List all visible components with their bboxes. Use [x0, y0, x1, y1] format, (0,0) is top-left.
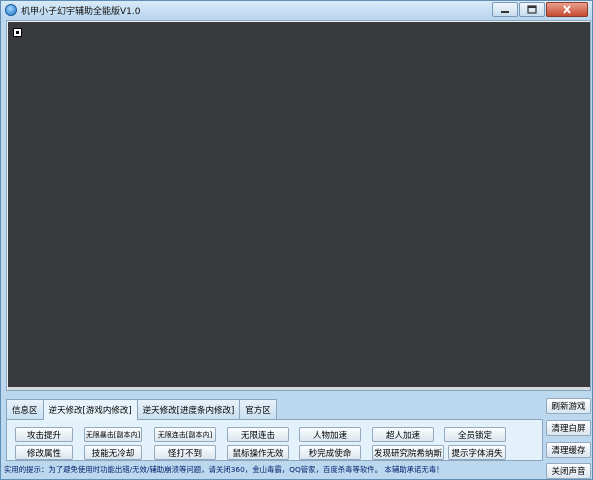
caption-buttons — [492, 2, 588, 17]
game-frame — [6, 20, 591, 391]
horizontal-scrollbar[interactable] — [8, 387, 590, 390]
window-title: 机甲小子幻宇辅助全能版V1.0 — [21, 7, 141, 17]
game-area[interactable] — [8, 22, 590, 388]
monster-miss-button[interactable]: 怪打不到 — [154, 445, 216, 460]
instant-mission-button[interactable]: 秒完成使命 — [299, 445, 361, 460]
tab-ingame-mod[interactable]: 逆天修改[游戏内修改] — [42, 399, 138, 420]
minimize-button[interactable] — [492, 2, 518, 17]
minimize-icon — [501, 10, 509, 13]
tab-official[interactable]: 官方区 — [239, 399, 277, 419]
tab-loading-mod[interactable]: 逆天修改[进度条内修改] — [136, 399, 241, 419]
refresh-game-button[interactable]: 刷新游戏 — [546, 398, 591, 414]
close-icon — [563, 5, 571, 14]
app-window: 机甲小子幻宇辅助全能版V1.0 信息区 逆天修改[游戏内修改] 逆天修改[进度条… — [0, 0, 593, 480]
status-tip: 实用的提示：为了避免使用时功能出错/无效/辅助崩溃等问题，请关闭360，金山毒霸… — [4, 465, 444, 474]
tab-panel: 攻击提升 无限暴击[副本内] 无限连击[副本内] 无限连击 人物加速 超人加速 … — [6, 419, 543, 461]
modify-attributes-button[interactable]: 修改属性 — [15, 445, 73, 460]
clear-cache-button[interactable]: 清理缓存 — [546, 442, 591, 458]
maximize-icon — [527, 5, 537, 14]
tab-info[interactable]: 信息区 — [6, 399, 44, 419]
loading-placeholder-icon — [13, 28, 22, 37]
tab-strip: 信息区 逆天修改[游戏内修改] 逆天修改[进度条内修改] 官方区 — [6, 399, 277, 420]
no-cooldown-button[interactable]: 技能无冷却 — [84, 445, 142, 460]
infinite-combo-dungeon-button[interactable]: 无限连击[副本内] — [154, 427, 216, 442]
mouse-disable-button[interactable]: 鼠标操作无效 — [227, 445, 289, 460]
lock-all-button[interactable]: 全员锁定 — [444, 427, 506, 442]
maximize-button[interactable] — [519, 2, 545, 17]
title-bar[interactable]: 机甲小子幻宇辅助全能版V1.0 — [1, 1, 592, 19]
character-speed-button[interactable]: 人物加速 — [299, 427, 361, 442]
find-research-button[interactable]: 发现研究院希纳斯 — [372, 445, 444, 460]
hide-hint-text-button[interactable]: 提示字体消失 — [448, 445, 506, 460]
mute-sound-button[interactable]: 关闭声音 — [546, 463, 591, 479]
clear-whitescreen-button[interactable]: 清理白屏 — [546, 420, 591, 436]
app-icon — [5, 4, 17, 16]
infinite-combo-button[interactable]: 无限连击 — [227, 427, 289, 442]
close-button[interactable] — [546, 2, 588, 17]
attack-boost-button[interactable]: 攻击提升 — [15, 427, 73, 442]
superman-speed-button[interactable]: 超人加速 — [372, 427, 434, 442]
infinite-crit-button[interactable]: 无限暴击[副本内] — [84, 427, 142, 442]
